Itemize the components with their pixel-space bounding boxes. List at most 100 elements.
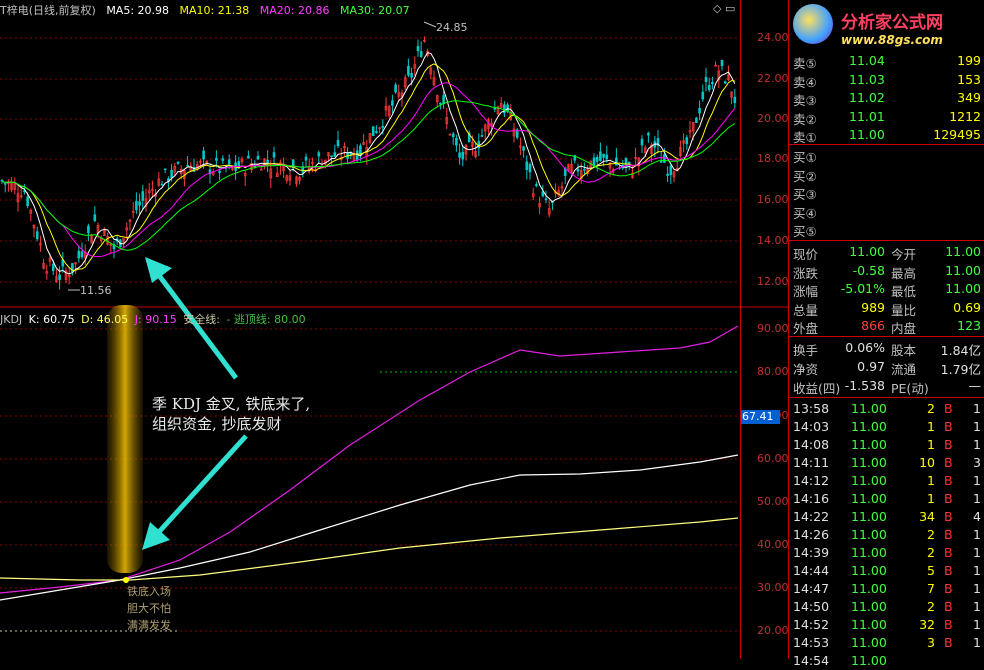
tick-price: 11.00 xyxy=(851,617,887,632)
price-tick: 20.00 xyxy=(757,112,789,125)
sell-row: 卖③ 11.02 349 xyxy=(789,89,984,108)
tick-count: 1 xyxy=(973,617,981,632)
tick-time: 13:58 xyxy=(793,401,830,416)
divider xyxy=(789,240,984,241)
quote-value: -0.58 xyxy=(852,262,885,278)
stat-value: 1.79亿 xyxy=(940,362,981,377)
stat-label: 收益(四) xyxy=(793,381,841,396)
candle-body xyxy=(541,191,545,197)
tick-side: B xyxy=(944,581,953,596)
candle-body xyxy=(544,198,548,201)
kdj-escape: - 逃顶线: 80.00 xyxy=(226,313,306,326)
quote-panel: 分析家公式网 www.88gs.com 卖⑤ 11.04 199 卖④ 11.03 153… xyxy=(788,0,984,668)
candle-body xyxy=(576,168,580,172)
order-label: 卖① xyxy=(793,130,817,145)
order-price: 11.03 xyxy=(849,71,885,87)
tick-row: 14:44 11.00 5 B 1 xyxy=(789,562,984,580)
order-label: 买④ xyxy=(793,205,817,221)
kdj-d: D: 46.05 xyxy=(81,313,129,326)
tick-price: 11.00 xyxy=(851,419,887,434)
buy-row: 买② xyxy=(789,165,984,184)
candle-body xyxy=(256,155,260,160)
candle-body xyxy=(359,145,362,155)
candle-body xyxy=(442,95,445,105)
stat-row: 净资 0.97 流通 1.79亿 xyxy=(789,358,984,377)
quote-value: 11.00 xyxy=(945,281,981,296)
order-label: 卖② xyxy=(793,111,817,127)
ma5-value: MA5: 20.98 xyxy=(106,4,170,17)
sell-row: 卖② 11.01 1212 xyxy=(789,108,984,127)
order-price: 11.02 xyxy=(849,90,885,105)
signal-text: 铁底入场 胆大不怕 满满发发 xyxy=(127,583,171,634)
candle-body xyxy=(477,141,481,149)
tick-volume: 7 xyxy=(927,581,935,596)
kdj-tick: 20.00 xyxy=(757,624,789,637)
candle-body xyxy=(701,91,705,100)
tick-count: 1 xyxy=(973,527,981,542)
quote-label: 今开 xyxy=(891,247,917,262)
candle-body xyxy=(391,100,394,106)
candle-body xyxy=(202,150,205,160)
candle-body xyxy=(375,131,378,133)
candle-body xyxy=(602,153,605,158)
ma30-line xyxy=(1,100,736,251)
price-tick: 16.00 xyxy=(757,193,789,206)
stat-value: — xyxy=(968,378,982,393)
tick-volume: 2 xyxy=(927,527,935,542)
quote-value: 866 xyxy=(861,318,885,333)
candle-body xyxy=(304,156,308,161)
quote-label: 总量 xyxy=(793,302,819,318)
chart-canvas[interactable]: 24.85 11.56 xyxy=(0,0,788,659)
quote-label: 内盘 xyxy=(891,321,917,336)
axis-divider xyxy=(740,0,741,659)
tick-row: 14:12 11.00 1 B 1 xyxy=(789,472,984,490)
tick-volume: 1 xyxy=(927,491,935,506)
candle-body xyxy=(371,126,375,137)
order-volume: 1212 xyxy=(949,108,981,124)
candle-body xyxy=(451,133,455,138)
ma30-value: MA30: 20.07 xyxy=(339,4,410,17)
signal-line-1: 铁底入场 xyxy=(127,585,171,598)
tick-count: 3 xyxy=(973,455,981,470)
annotation-arrow-down xyxy=(142,434,248,550)
quote-row: 涨幅 -5.01% 最低 11.00 xyxy=(789,280,984,299)
window-icons[interactable]: ◇ ▭ xyxy=(713,2,735,15)
sell-row: 卖① 11.00 129495 xyxy=(789,126,984,145)
candle-body xyxy=(266,159,269,164)
candle-body xyxy=(525,161,529,170)
candle-body xyxy=(455,138,458,146)
price-tick: 22.00 xyxy=(757,72,789,85)
annotation-text: 季 KDJ 金叉, 铁底来了, 组织资金, 抄底发财 xyxy=(152,394,310,434)
candle-body xyxy=(685,137,689,145)
order-volume: 349 xyxy=(957,90,981,105)
candle-body xyxy=(176,161,180,164)
annotation-line-2: 组织资金, 抄底发财 xyxy=(152,415,282,433)
tick-side: B xyxy=(944,599,953,614)
candle-body xyxy=(259,169,263,171)
tick-side: B xyxy=(944,401,953,416)
quote-row: 涨跌 -0.58 最高 11.00 xyxy=(789,262,984,281)
logo-name: 分析家公式网 xyxy=(841,13,943,33)
price-tick: 24.00 xyxy=(757,31,789,44)
order-label: 买② xyxy=(793,168,817,184)
tick-price: 11.00 xyxy=(851,563,887,578)
tick-row: 14:50 11.00 2 B 1 xyxy=(789,598,984,616)
candle-body xyxy=(80,251,84,258)
quote-value: 123 xyxy=(957,318,981,333)
tick-count: 1 xyxy=(973,473,981,488)
main-header: T梓电(日线,前复权) MA5: 20.98 MA10: 21.38 MA20:… xyxy=(0,2,417,18)
candle-body xyxy=(458,152,461,158)
stat-row: 收益(四) -1.538 PE(动) — xyxy=(789,377,984,396)
chart-area[interactable]: 24.85 11.56 T梓电(日线,前复权) MA5: 20.98 MA10:… xyxy=(0,0,789,659)
candle-body xyxy=(381,126,385,128)
tick-time: 14:47 xyxy=(793,581,830,596)
tick-side: B xyxy=(944,455,953,470)
order-volume: 199 xyxy=(957,53,981,68)
tick-volume: 1 xyxy=(927,437,935,452)
candle-body xyxy=(707,85,711,91)
order-label: 买① xyxy=(793,150,817,165)
tick-price: 11.00 xyxy=(851,455,887,470)
quote-row: 总量 989 量比 0.69 xyxy=(789,299,984,318)
stock-title: T梓电(日线,前复权) xyxy=(0,4,96,17)
tick-side: B xyxy=(944,419,953,434)
